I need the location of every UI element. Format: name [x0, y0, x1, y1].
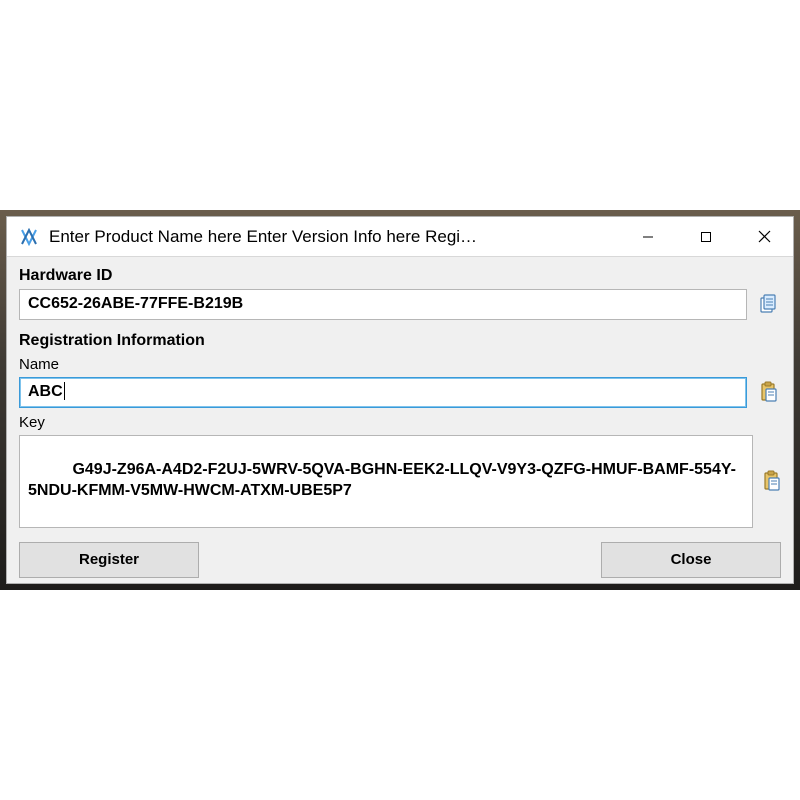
- name-value: ABC: [28, 383, 63, 400]
- button-row: Register Close: [19, 532, 781, 578]
- minimize-button[interactable]: [619, 217, 677, 257]
- hardware-id-field[interactable]: CC652-26ABE-77FFE-B219B: [19, 289, 747, 320]
- text-caret: [64, 382, 65, 400]
- hardware-id-value: CC652-26ABE-77FFE-B219B: [28, 295, 243, 312]
- registration-window: Enter Product Name here Enter Version In…: [6, 216, 794, 584]
- name-field[interactable]: ABC: [19, 377, 747, 408]
- close-window-button[interactable]: [735, 217, 793, 257]
- paste-key-button[interactable]: [761, 435, 781, 528]
- spacer: [211, 542, 589, 578]
- key-field[interactable]: G49J-Z96A-A4D2-F2UJ-5WRV-5QVA-BGHN-EEK2-…: [19, 435, 753, 528]
- hardware-id-label: Hardware ID: [19, 267, 781, 285]
- app-icon: [17, 225, 41, 249]
- titlebar[interactable]: Enter Product Name here Enter Version In…: [7, 217, 793, 257]
- key-value: G49J-Z96A-A4D2-F2UJ-5WRV-5QVA-BGHN-EEK2-…: [28, 461, 736, 499]
- client-area: Hardware ID CC652-26ABE-77FFE-B219B Regi…: [7, 257, 793, 590]
- registration-info-label: Registration Information: [19, 332, 781, 350]
- register-button[interactable]: Register: [19, 542, 199, 578]
- key-label: Key: [19, 414, 781, 431]
- paste-name-button[interactable]: [755, 377, 781, 408]
- desktop-backdrop: Enter Product Name here Enter Version In…: [0, 210, 800, 590]
- copy-hardware-id-button[interactable]: [755, 289, 781, 320]
- name-label: Name: [19, 356, 781, 373]
- window-title: Enter Product Name here Enter Version In…: [49, 227, 619, 247]
- maximize-button[interactable]: [677, 217, 735, 257]
- close-button[interactable]: Close: [601, 542, 781, 578]
